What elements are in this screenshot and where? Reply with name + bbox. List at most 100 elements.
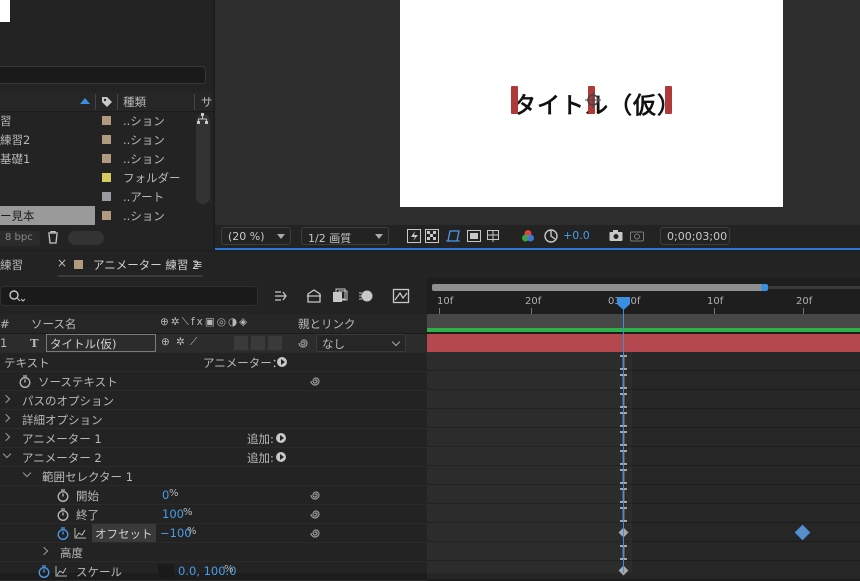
collapse-switch-icon[interactable]: ✲ <box>176 336 185 348</box>
label-color-swatch[interactable] <box>102 192 111 201</box>
property-group-animator-2[interactable]: アニメーター 2 追加: <box>0 448 427 467</box>
end-value[interactable]: 100 <box>162 507 184 521</box>
channel-rgb-icon[interactable] <box>521 229 535 243</box>
animator-add-button[interactable] <box>277 357 287 367</box>
effect-switch[interactable] <box>234 336 248 350</box>
draft-3d-icon[interactable] <box>306 289 322 303</box>
panel-menu-icon[interactable]: ≡ <box>193 257 203 271</box>
property-group-range-selector[interactable]: 範囲セレクター 1 <box>0 467 427 486</box>
project-hscroll[interactable] <box>68 231 104 245</box>
fast-preview-icon[interactable] <box>407 229 421 243</box>
column-divider[interactable] <box>117 94 118 110</box>
exposure-value[interactable]: +0.0 <box>563 229 590 242</box>
timeline-search-input[interactable] <box>0 286 258 306</box>
current-time-display[interactable]: 0;00;03;00 <box>660 227 730 245</box>
mask-path-visibility-icon[interactable] <box>446 229 460 243</box>
current-time-indicator-line[interactable] <box>623 298 624 573</box>
selector-handle[interactable] <box>511 86 518 114</box>
time-navigator-bar[interactable] <box>432 284 766 291</box>
add-property-button[interactable] <box>276 433 286 443</box>
label-color-swatch[interactable] <box>102 173 111 182</box>
type-column-header[interactable]: 種類 <box>123 94 146 110</box>
sort-ascending-icon[interactable] <box>80 98 90 104</box>
region-of-interest-icon[interactable] <box>467 229 481 243</box>
layer-duration-bar[interactable] <box>427 334 860 352</box>
anchor-point-icon[interactable] <box>585 92 601 108</box>
chevron-right-icon[interactable] <box>39 546 49 556</box>
shy-switch-icon[interactable]: ⊕ <box>161 336 170 348</box>
property-start[interactable]: 開始 0 % <box>0 486 427 505</box>
pick-whip-icon[interactable] <box>310 527 322 539</box>
label-tag-icon[interactable] <box>101 96 113 107</box>
label-color-swatch[interactable] <box>102 154 111 163</box>
exposure-reset-icon[interactable] <box>544 229 558 243</box>
chevron-down-icon[interactable] <box>2 449 12 459</box>
graph-toggle-icon[interactable] <box>55 566 67 577</box>
column-number-header[interactable]: # <box>0 317 10 331</box>
tab-animator-practice-2[interactable]: アニメーター 練習 2 <box>93 257 199 273</box>
graph-toggle-icon[interactable] <box>74 528 86 539</box>
graph-editor-icon[interactable] <box>392 288 410 304</box>
column-source-name-header[interactable]: ソース名 <box>31 316 76 332</box>
label-color-swatch[interactable] <box>102 211 111 220</box>
property-source-text[interactable]: ソーステキスト <box>0 372 427 391</box>
zoom-dropdown[interactable]: (20 %) <box>221 227 291 245</box>
column-divider[interactable] <box>95 94 96 110</box>
chevron-right-icon[interactable] <box>1 413 11 423</box>
stopwatch-icon[interactable] <box>19 375 31 388</box>
project-search-input[interactable] <box>0 66 206 84</box>
pick-whip-icon[interactable] <box>310 508 322 520</box>
property-group-more-options[interactable]: 詳細オプション <box>0 410 427 429</box>
motion-blur-icon[interactable] <box>358 288 374 303</box>
pick-whip-icon[interactable] <box>310 489 322 501</box>
comp-mini-flowchart-icon[interactable] <box>274 289 292 303</box>
size-column-header[interactable]: サ <box>201 94 213 110</box>
selector-handle[interactable] <box>665 86 672 114</box>
property-group-animator-1[interactable]: アニメーター 1 追加: <box>0 429 427 448</box>
frame-blending-icon[interactable] <box>332 288 348 303</box>
project-item[interactable]: 習 ..ション <box>0 111 194 130</box>
stopwatch-active-icon[interactable] <box>38 565 50 578</box>
time-navigator-track[interactable] <box>766 286 860 289</box>
project-item[interactable]: フォルダー <box>0 168 194 187</box>
chevron-right-icon[interactable] <box>1 394 11 404</box>
chevron-down-icon[interactable] <box>22 468 32 478</box>
stopwatch-active-icon[interactable] <box>57 527 69 540</box>
3d-layer-switch[interactable] <box>268 336 282 350</box>
project-item-selected[interactable]: ー見本 ..ション <box>0 206 194 225</box>
property-group-advanced[interactable]: 高度 <box>0 543 427 562</box>
property-group-path-options[interactable]: パスのオプション <box>0 391 427 410</box>
transparency-grid-icon[interactable] <box>425 229 439 243</box>
camera-snapshot-icon[interactable] <box>609 229 623 243</box>
time-ruler[interactable]: 10f 20f 03:00f 10f 20f <box>427 294 860 314</box>
add-property-button[interactable] <box>276 452 286 462</box>
property-end[interactable]: 終了 100 % <box>0 505 427 524</box>
pick-whip-icon[interactable] <box>310 375 322 387</box>
property-scale[interactable]: スケール 0.0, 100.0 % <box>0 562 427 581</box>
trash-icon[interactable] <box>47 231 59 244</box>
resolution-dropdown[interactable]: 1/2 画質 <box>301 227 389 245</box>
time-navigator-end-handle[interactable] <box>761 284 768 291</box>
quality-switch-icon[interactable]: ⟋ <box>190 336 197 349</box>
composition-canvas[interactable]: タイトル（仮） <box>400 0 783 207</box>
show-snapshot-icon[interactable] <box>630 229 644 243</box>
label-color-swatch[interactable] <box>102 135 111 144</box>
layer-row[interactable]: 1 T タイトル(仮) ⊕ ✲ ⟋ なし <box>0 334 427 353</box>
stopwatch-icon[interactable] <box>57 489 69 502</box>
label-color-swatch[interactable] <box>102 116 111 125</box>
tab-practice[interactable]: 練習 <box>0 257 23 273</box>
grid-guides-icon[interactable] <box>486 229 500 243</box>
flowchart-icon[interactable] <box>197 113 208 125</box>
property-group-text[interactable]: テキスト アニメーター： <box>0 353 427 372</box>
property-offset[interactable]: オフセット −100 % <box>0 524 427 543</box>
stopwatch-icon[interactable] <box>57 508 69 521</box>
column-divider[interactable] <box>194 94 195 110</box>
layer-name-field[interactable]: タイトル(仮) <box>46 334 156 352</box>
parent-dropdown[interactable]: なし <box>316 334 406 352</box>
project-item[interactable]: ..アート <box>0 187 194 206</box>
close-tab-icon[interactable]: × <box>57 256 67 270</box>
adjustment-switch[interactable] <box>251 336 265 350</box>
work-area-bar[interactable] <box>427 314 860 328</box>
pick-whip-icon[interactable] <box>298 337 310 349</box>
project-item[interactable]: 練習2 ..ション <box>0 130 194 149</box>
